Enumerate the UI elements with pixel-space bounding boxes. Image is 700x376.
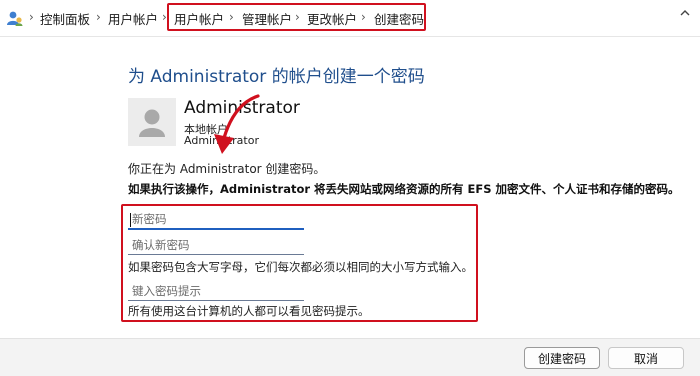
user-accounts-icon [7,11,23,26]
cancel-button[interactable]: 取消 [608,347,684,369]
breadcrumb-highlight-annotation [167,3,426,31]
breadcrumb-user-accounts[interactable]: 用户帐户 [108,9,158,28]
efs-warning-text: 如果执行该操作，Administrator 将丢失网站或网络资源的所有 EFS … [128,182,680,196]
info-text: 你正在为 Administrator 创建密码。 [128,162,326,176]
chevron-right-icon: › [96,10,101,24]
new-password-input[interactable] [128,210,304,230]
create-password-button[interactable]: 创建密码 [524,347,600,369]
breadcrumb: › 控制面板 › 用户帐户 › 用户帐户 › 管理帐户 › 更改帐户 › 创建密… [0,0,700,37]
user-avatar-icon [128,98,176,146]
password-hint-input[interactable] [128,281,304,301]
text-cursor [130,213,131,227]
page-title: 为 Administrator 的帐户创建一个密码 [128,67,425,87]
hint-visibility-note: 所有使用这台计算机的人都可以看见密码提示。 [128,304,370,318]
caps-hint-text: 如果密码包含大写字母，它们每次都必须以相同的大小写方式输入。 [128,260,473,274]
chevron-up-icon[interactable] [678,6,692,20]
chevron-right-icon: › [29,10,34,24]
confirm-password-input[interactable] [128,235,304,255]
breadcrumb-control-panel[interactable]: 控制面板 [40,9,90,28]
red-curved-arrow [214,94,260,154]
